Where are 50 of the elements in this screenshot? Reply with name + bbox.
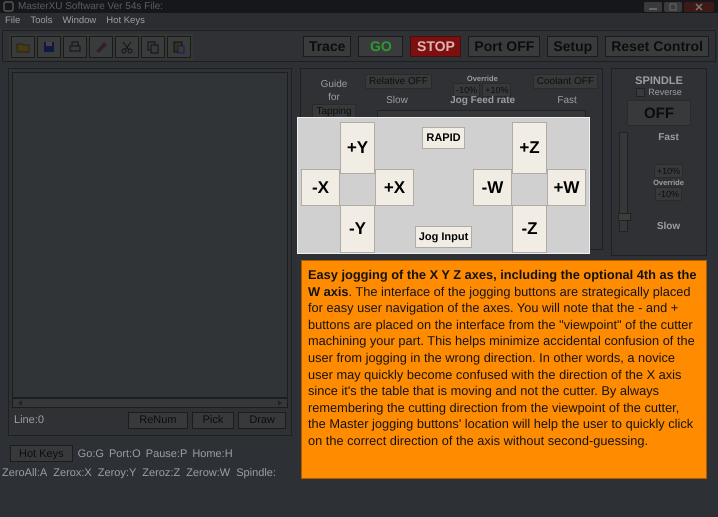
guide-label: Guide for — [320, 78, 348, 104]
minimize-icon — [644, 2, 662, 12]
save-icon — [41, 39, 57, 55]
jog-button[interactable]: -Z — [512, 205, 547, 253]
jog-button[interactable]: +W — [547, 169, 586, 206]
jog-button[interactable]: -X — [301, 169, 340, 206]
hot-key-label: Spindle: — [236, 467, 276, 479]
fast-label: Fast — [557, 95, 577, 106]
hot-key-label: ZeroAll:A — [2, 467, 48, 479]
close-icon — [684, 2, 714, 12]
jog-button[interactable]: +Y — [340, 122, 375, 174]
scroll-left-icon — [17, 399, 23, 407]
rapid-button[interactable]: RAPID — [422, 127, 465, 149]
hot-key-label: Zeroz:Z — [142, 467, 180, 479]
paste-icon — [171, 39, 187, 55]
feed-rate-label: Jog Feed rate — [450, 95, 516, 106]
jog-button[interactable]: +Z — [512, 122, 547, 174]
spindle-title: SPINDLE — [635, 75, 683, 87]
jog-button[interactable]: +X — [375, 169, 414, 206]
hot-key-label: Go:G — [78, 448, 104, 460]
fast-label: Fast — [658, 132, 679, 143]
menu-item[interactable]: File — [5, 15, 20, 26]
scrollbar[interactable] — [12, 398, 288, 408]
window-title: MasterXU Software Ver 54s File: — [18, 1, 164, 12]
spindle-speed-slider[interactable] — [619, 132, 628, 232]
copy-icon — [145, 39, 161, 55]
menu-item[interactable]: Hot Keys — [106, 15, 145, 26]
line-number-label: Line:0 — [14, 414, 44, 426]
slow-label: Slow — [656, 221, 680, 232]
hot-key-label: Pause:P — [146, 448, 188, 460]
reverse-label: Reverse — [648, 87, 682, 97]
jog-input-button[interactable]: Jog Input — [414, 226, 472, 248]
hot-key-label: Zerox:X — [53, 467, 92, 479]
hot-key-label: Home:H — [192, 448, 233, 460]
maximize-icon — [664, 2, 682, 12]
go-button[interactable]: GO — [358, 36, 404, 56]
slow-label: Slow — [386, 95, 408, 106]
jog-button[interactable]: -Y — [340, 205, 375, 253]
hot-key-label: Zerow:W — [186, 467, 230, 479]
hot-key-label: Port:O — [108, 448, 141, 460]
menu-item[interactable]: Window — [62, 15, 96, 26]
callout-text: Easy jogging of the X Y Z axes, including the optional 4th as the W axis. The interface of the jogging buttons are strategically placed for easy user navigation of the axes. You will note that the - and + buttons are placed on the interface from the "viewpoint" of the cutter machining your part. This helps minimize accidental confusion of the user from jogging in the wrong direction. In other words, a novice user may quickly become confused with the direction of the X axis since it's the table that is moving and not the cutter. By always remembering the cutting direction from the viewpoint of the cutter, the Master jogging buttons' location will help the user to quickly click on the correct direction of the axis without second-guessing. — [308, 267, 698, 450]
scroll-right-icon — [277, 399, 283, 407]
stop-button[interactable]: STOP — [410, 36, 462, 56]
scissors-icon — [119, 39, 135, 55]
menu-item[interactable]: Tools — [30, 15, 52, 26]
reverse-checkbox[interactable] — [636, 88, 646, 96]
jog-button[interactable]: -W — [473, 169, 512, 206]
hot-key-label: Zeroy:Y — [98, 467, 136, 479]
slider-thumb[interactable] — [618, 213, 631, 222]
